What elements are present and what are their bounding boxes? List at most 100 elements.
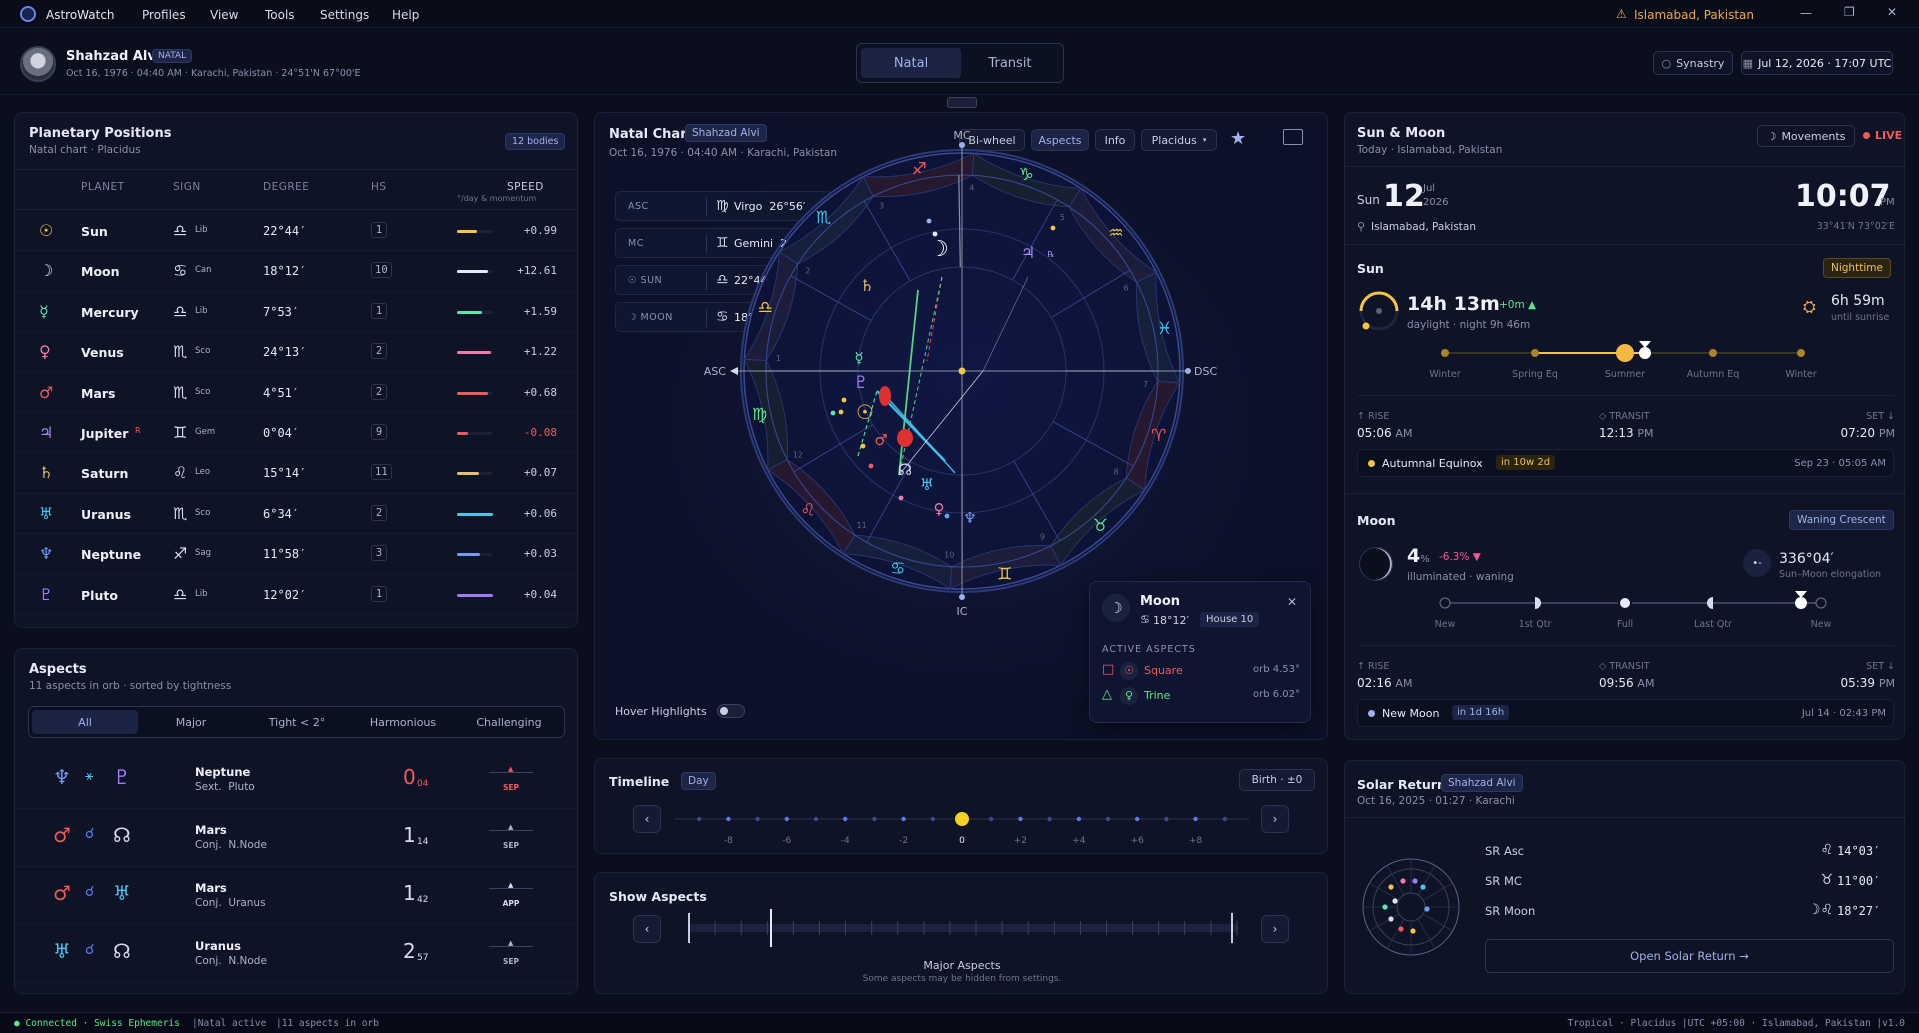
planet-row-jupiter[interactable]: ♃ Jupiter R ♊ Gem 0°04′ 9 -0.08 [15, 413, 579, 454]
avatar[interactable] [20, 46, 56, 82]
ic-marker [959, 594, 965, 600]
filter-tight[interactable]: Tight < 2° [244, 710, 350, 734]
col-sign[interactable]: SIGN [173, 181, 201, 193]
menu-help[interactable]: Help [392, 8, 419, 22]
jupiter-glyph-icon[interactable]: ♃ [1021, 243, 1035, 262]
filter-all[interactable]: All [32, 710, 138, 734]
retrograde-marker: R [135, 425, 141, 435]
timeline-tick[interactable] [697, 816, 702, 822]
until-sunrise-value: 6h 59m [1831, 293, 1885, 309]
planet-row-mercury[interactable]: ☿ Mercury ♎ Lib 7°53′ 1 +1.59 [15, 292, 579, 333]
timeline-tick[interactable] [1047, 816, 1052, 822]
planet-row-neptune[interactable]: ♆ Neptune ♐ Sag 11°58′ 3 +0.03 [15, 534, 579, 575]
sun-event-row[interactable]: Autumnal Equinox in 10w 2d Sep 23 · 05:0… [1357, 449, 1894, 477]
tab-natal[interactable]: Natal [861, 48, 961, 78]
planet-row-sun[interactable]: ☉ Sun ♎ Lib 22°44′ 1 +0.99 [15, 211, 579, 252]
timeline-tick[interactable] [784, 816, 789, 822]
synastry-button[interactable]: ○ Synastry [1653, 51, 1733, 75]
menu-settings[interactable]: Settings [320, 8, 369, 22]
tooltip-close-icon[interactable]: ✕ [1287, 595, 1297, 609]
planet-row-uranus[interactable]: ♅ Uranus ♏ Sco 6°34′ 2 +0.06 [15, 494, 579, 535]
tooltip-aspect-type-icon: △ [1102, 687, 1112, 702]
uranus-glyph-icon[interactable]: ♅ [920, 475, 934, 494]
timeline-tick[interactable] [1222, 816, 1227, 822]
timeline-tick[interactable] [755, 816, 760, 822]
timeline-tick[interactable] [1076, 816, 1081, 822]
speed-bar [457, 472, 493, 476]
planet-name: Jupiter [81, 425, 129, 441]
sunmoon-subtitle: Today · Islamabad, Pakistan [1357, 144, 1503, 156]
timeline-tick[interactable] [1105, 816, 1111, 822]
aspect-row[interactable]: ♆ ⚹ ♇ Neptune Sext. Pluto 0 04 ▲ SEP [15, 751, 579, 809]
menu-view[interactable]: View [210, 8, 238, 22]
aspect-row[interactable]: ♂ ☌ ☊ Mars Conj. N.Node 1 14 ▲ SEP [15, 809, 579, 867]
filter-harmonious[interactable]: Harmonious [350, 710, 456, 734]
hover-highlights-toggle[interactable] [717, 704, 745, 718]
timeline-tick[interactable] [843, 816, 848, 822]
planet-row-pluto[interactable]: ♇ Pluto ♎ Lib 12°02′ 1 +0.04 [15, 575, 579, 615]
speed-bar-fill [457, 230, 477, 233]
timeline-tick[interactable] [1193, 816, 1198, 822]
mercury-glyph-icon[interactable]: ☿ [854, 349, 863, 367]
movements-button[interactable]: ☽ Movements [1757, 125, 1855, 147]
aspect-row[interactable]: ♅ ☌ ☊ Uranus Conj. N.Node 2 57 ▲ SEP [15, 925, 579, 983]
timeline-tick[interactable] [901, 816, 906, 822]
tab-transit[interactable]: Transit [960, 48, 1060, 78]
datetime-button[interactable]: ▦ Jul 12, 2026 · 17:07 UTC [1741, 51, 1893, 75]
sun-glyph-icon[interactable]: ☉ [856, 400, 874, 424]
movements-label: Movements [1781, 129, 1846, 143]
moon-glyph-icon[interactable]: ☽ [929, 237, 949, 262]
timeline-tick[interactable] [1018, 816, 1023, 822]
col-house[interactable]: HS [371, 181, 387, 193]
jupiter-retro-marker[interactable]: ℞ [1047, 250, 1054, 259]
open-solar-return-button[interactable]: Open Solar Return → [1485, 939, 1894, 973]
timeline-tick[interactable] [726, 816, 731, 822]
filter-major[interactable]: Major [138, 710, 244, 734]
planet-row-mars[interactable]: ♂ Mars ♏ Sco 4°51′ 2 +0.68 [15, 373, 579, 413]
timeline-tick[interactable] [872, 816, 877, 822]
neptune-glyph-icon[interactable]: ♆ [963, 509, 976, 527]
timeline-tick[interactable] [930, 816, 935, 822]
planet-row-saturn[interactable]: ♄ Saturn ♌ Leo 15°14′ 11 +0.07 [15, 453, 579, 494]
house-number: 9 [371, 423, 387, 440]
menu-tools[interactable]: Tools [265, 8, 295, 22]
timeline-tick[interactable] [813, 816, 819, 822]
timeline-tick[interactable] [1164, 816, 1169, 822]
col-planet[interactable]: PLANET [81, 181, 125, 193]
tooltip-aspect-row[interactable]: △ ♀ Trine orb 6.02° [1102, 687, 1302, 712]
aspect-row[interactable]: ♂ ☌ ♅ Mars Conj. Uranus 1 42 ▲ APP [15, 867, 579, 925]
status-connected: ● Connected · Swiss Ephemeris [14, 1018, 180, 1029]
menubar-location[interactable]: Islamabad, Pakistan [1634, 8, 1754, 22]
season-label: Spring Eq [1512, 369, 1558, 380]
col-speed[interactable]: SPEED [507, 181, 544, 193]
menu-profiles[interactable]: Profiles [142, 8, 186, 22]
mars-glyph-icon[interactable]: ♂ [874, 431, 887, 449]
aspect-motion-indicator: ▲ SEP [489, 765, 533, 795]
timeline-tick[interactable] [989, 816, 994, 822]
timeline-track[interactable]: -8 -6 -4 -2 0 +2 +4 +6 +8 [595, 759, 1329, 855]
planet-row-venus[interactable]: ♀ Venus ♏ Sco 24°13′ 2 +1.22 [15, 332, 579, 373]
node-glyph-icon[interactable]: ☊ [898, 460, 912, 479]
season-pointer-icon [1639, 341, 1651, 348]
tooltip-aspect-row[interactable]: □ ☉ Square orb 4.53° [1102, 662, 1302, 687]
aspect-orb-degree: 0 [403, 765, 416, 789]
moon-event-row[interactable]: New Moon in 1d 16h Jul 14 · 02:43 PM [1357, 699, 1894, 727]
solar-return-wheel[interactable] [1361, 857, 1461, 957]
saturn-glyph-icon[interactable]: ♄ [860, 276, 874, 295]
timeline-current-marker[interactable] [955, 812, 969, 826]
filter-challenging[interactable]: Challenging [456, 710, 562, 734]
timeline-tick[interactable] [1135, 816, 1140, 822]
timeline-panel: Timeline Day Birth · ±0 ‹ › -8 -6 -4 -2 0 +2 +… [594, 758, 1328, 854]
col-degree[interactable]: DEGREE [263, 181, 309, 193]
planet-row-moon[interactable]: ☽ Moon ♋ Can 18°12′ 10 +12.61 [15, 251, 579, 292]
close-window-icon[interactable]: ✕ [1887, 5, 1897, 19]
maximize-icon[interactable]: ❐ [1844, 5, 1855, 19]
venus-glyph-icon[interactable]: ♀ [934, 500, 945, 518]
aspect-planet-2-icon: ♅ [113, 881, 131, 905]
pluto-glyph-icon[interactable]: ♇ [853, 373, 868, 393]
minimize-icon[interactable]: — [1800, 6, 1812, 20]
aspects-panel: Aspects 11 aspects in orb · sorted by ti… [14, 648, 579, 994]
sign-glyph-icon: ♎ [173, 221, 188, 240]
drag-handle[interactable] [947, 97, 977, 108]
live-label: LIVE [1875, 129, 1903, 142]
